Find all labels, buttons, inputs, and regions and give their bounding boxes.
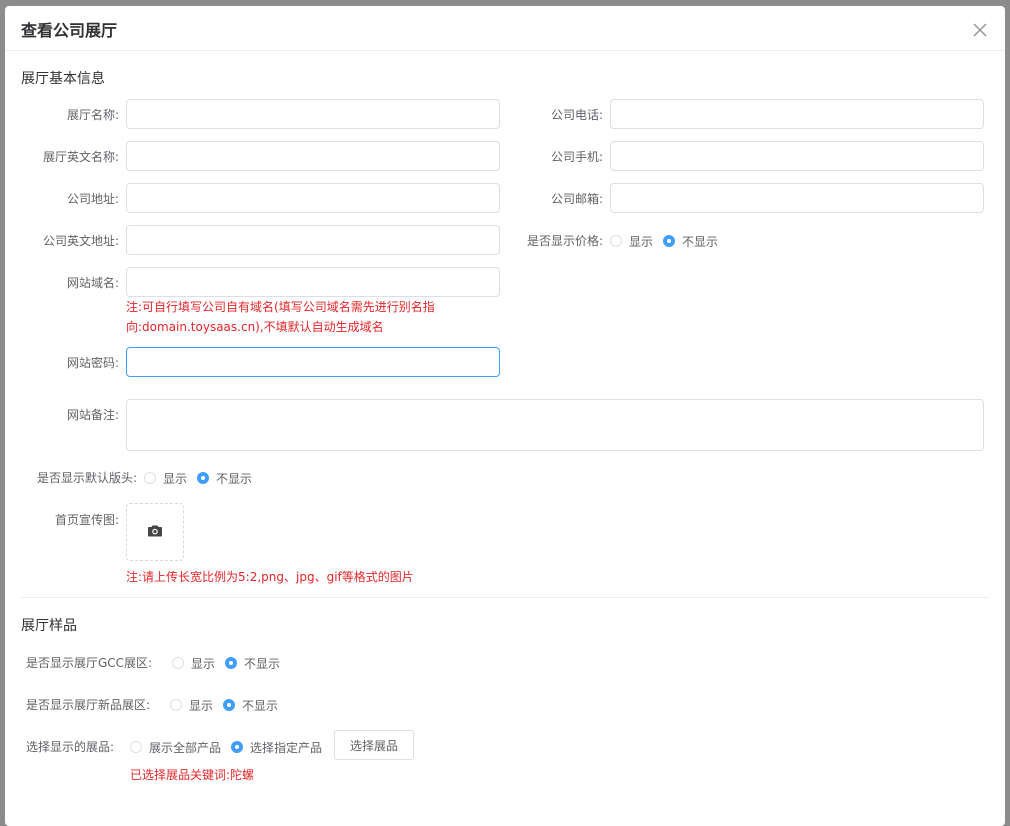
company-email-input[interactable] [610, 183, 984, 213]
show-price-radio-group: 显示 不显示 [610, 233, 728, 249]
show-header-radio-show[interactable]: 显示 [144, 470, 187, 487]
radio-circle-icon [130, 741, 142, 753]
company-mobile-input[interactable] [610, 141, 984, 171]
radio-circle-icon [144, 472, 156, 484]
radio-label: 选择指定产品 [250, 740, 323, 755]
show-header-radio-group: 显示 不显示 [144, 470, 262, 486]
radio-checked-icon [663, 235, 676, 247]
show-header-radio-hide[interactable]: 不显示 [197, 470, 252, 487]
show-gcc-label: 是否显示展厅GCC展区: [26, 656, 153, 670]
password-input[interactable] [126, 347, 500, 377]
domain-note-line-2: 向:domain.toysaas.cn),不填默认自动生成域名 [126, 320, 384, 334]
dialog-header: 查看公司展厅 [5, 6, 1005, 51]
show-new-label: 是否显示展厅新品展区: [26, 698, 151, 712]
basic-info-section-title: 展厅基本信息 [21, 71, 105, 87]
show-new-radio-hide[interactable]: 不显示 [223, 697, 278, 714]
radio-label: 显示 [629, 234, 654, 249]
radio-label: 不显示 [244, 656, 281, 671]
camera-icon [147, 525, 163, 540]
radio-circle-icon [170, 699, 182, 711]
radio-label: 显示 [189, 698, 214, 713]
show-price-radio-hide[interactable]: 不显示 [663, 233, 718, 250]
dialog-title: 查看公司展厅 [21, 21, 118, 40]
remark-textarea[interactable] [126, 399, 984, 451]
domain-note-line-1: 注:可自行填写公司自有域名(填写公司域名需先进行别名指 [126, 300, 435, 314]
radio-label: 显示 [191, 656, 216, 671]
show-new-radio-show[interactable]: 显示 [170, 697, 213, 714]
radio-checked-icon [225, 657, 238, 669]
select-products-label: 选择显示的展品: [26, 740, 115, 754]
radio-checked-icon [197, 472, 210, 484]
company-en-address-label: 公司英文地址: [42, 234, 119, 248]
hall-name-label: 展厅名称: [66, 108, 119, 122]
banner-note: 注:请上传长宽比例为5:2,png、jpg、gif等格式的图片 [126, 570, 414, 584]
company-phone-input[interactable] [610, 99, 984, 129]
show-gcc-radio-show[interactable]: 显示 [172, 655, 215, 672]
company-email-label: 公司邮箱: [550, 192, 603, 206]
radio-label: 不显示 [682, 234, 719, 249]
radio-label: 展示全部产品 [149, 740, 222, 755]
company-phone-label: 公司电话: [550, 108, 603, 122]
banner-uploader[interactable] [126, 503, 184, 561]
radio-circle-icon [172, 657, 184, 669]
radio-label: 不显示 [242, 698, 279, 713]
domain-input[interactable] [126, 267, 500, 297]
show-price-radio-show[interactable]: 显示 [610, 233, 653, 250]
banner-label: 首页宣传图: [54, 513, 119, 527]
radio-checked-icon [223, 699, 236, 711]
selected-keyword-note: 已选择展品关键词:陀螺 [130, 768, 255, 782]
hall-name-input[interactable] [126, 99, 500, 129]
select-products-radio-all[interactable]: 展示全部产品 [130, 739, 221, 756]
show-header-label: 是否显示默认版头: [36, 471, 137, 485]
select-products-radio-group: 展示全部产品 选择指定产品 [130, 739, 332, 755]
radio-checked-icon [231, 741, 244, 753]
remark-label: 网站备注: [66, 408, 119, 422]
radio-circle-icon [610, 235, 622, 247]
company-mobile-label: 公司手机: [550, 150, 603, 164]
radio-label: 不显示 [216, 471, 253, 486]
company-address-label: 公司地址: [66, 192, 119, 206]
password-label: 网站密码: [66, 356, 119, 370]
select-products-button[interactable]: 选择展品 [334, 730, 414, 760]
section-divider [21, 597, 989, 598]
hall-en-name-input[interactable] [126, 141, 500, 171]
hall-en-name-label: 展厅英文名称: [42, 150, 119, 164]
view-showroom-dialog: 查看公司展厅 展厅基本信息 展厅名称: 公司电话: 展厅英文名称: 公司手机: … [5, 6, 1005, 826]
close-icon[interactable] [971, 21, 989, 39]
show-new-radio-group: 显示 不显示 [170, 697, 288, 713]
company-en-address-input[interactable] [126, 225, 500, 255]
samples-section-title: 展厅样品 [21, 618, 77, 634]
show-gcc-radio-group: 显示 不显示 [172, 655, 290, 671]
domain-label: 网站域名: [66, 276, 119, 290]
select-products-radio-specific[interactable]: 选择指定产品 [231, 739, 322, 756]
company-address-input[interactable] [126, 183, 500, 213]
show-gcc-radio-hide[interactable]: 不显示 [225, 655, 280, 672]
radio-label: 显示 [163, 471, 188, 486]
show-price-label: 是否显示价格: [526, 234, 603, 248]
